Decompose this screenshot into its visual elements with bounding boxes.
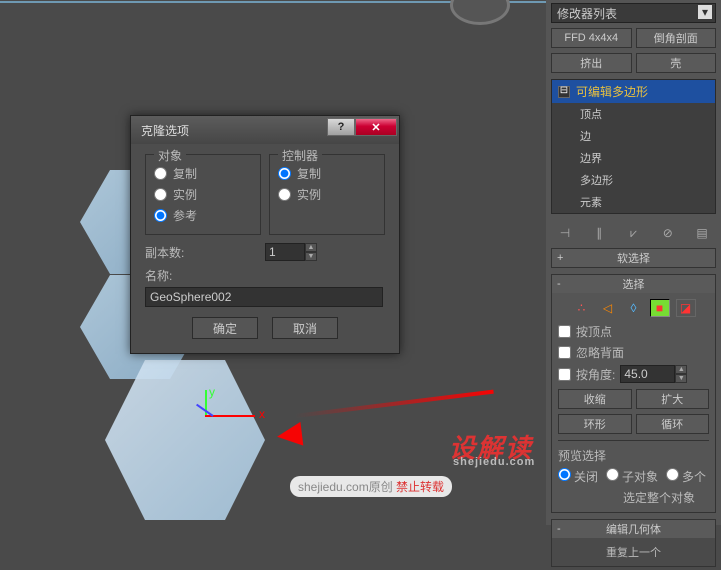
object-group: 对象 复制 实例 参考 <box>145 154 261 235</box>
rollout-select[interactable]: 选择 <box>552 275 715 293</box>
radio-instance[interactable]: 实例 <box>154 186 252 203</box>
spin-up-icon[interactable]: ▲ <box>305 243 317 252</box>
extrude-button[interactable]: 挤出 <box>551 53 632 73</box>
clone-options-dialog: 克隆选项 ? ✕ 对象 复制 实例 参考 控制器 复制 实例 副本数: ▲▼ <box>130 115 400 354</box>
rollout-softselect[interactable]: 软选择 <box>552 249 715 267</box>
brand-watermark: 设解读 shejiedu.com <box>449 428 533 465</box>
subobject-mode: ∴ ◁ ◊ ■ ◪ <box>558 299 709 317</box>
help-button[interactable]: ? <box>327 118 355 136</box>
transform-gizmo[interactable] <box>165 390 255 450</box>
angle-input[interactable] <box>620 365 675 383</box>
unique-icon[interactable]: ⩗ <box>624 224 644 242</box>
remove-icon[interactable]: ⊘ <box>658 224 678 242</box>
spin-down-icon[interactable]: ▼ <box>305 252 317 261</box>
modifier-panel: 修改器列表 FFD 4x4x4 倒角剖面 挤出 壳 可编辑多边形 顶点 边 边界… <box>546 0 721 525</box>
element-mode-icon[interactable]: ◪ <box>676 299 696 317</box>
dialog-titlebar[interactable]: 克隆选项 ? ✕ <box>131 116 399 144</box>
modifier-stack[interactable]: 可编辑多边形 顶点 边 边界 多边形 元素 <box>551 79 716 214</box>
polygon-mode-icon[interactable]: ■ <box>650 299 670 317</box>
stack-vertex[interactable]: 顶点 <box>552 103 715 125</box>
chamfer-button[interactable]: 倒角剖面 <box>636 28 717 48</box>
stack-polygon[interactable]: 多边形 <box>552 169 715 191</box>
copies-label: 副本数: <box>145 244 265 261</box>
radio-ctrl-copy[interactable]: 复制 <box>278 165 376 182</box>
by-angle-label: 按角度: <box>576 366 615 383</box>
radio-multi[interactable]: 多个 <box>666 468 706 485</box>
copies-input[interactable] <box>265 243 305 261</box>
by-angle-check[interactable] <box>558 368 571 381</box>
repeat-last[interactable]: 重复上一个 <box>552 538 715 566</box>
ring-button[interactable]: 环形 <box>558 414 632 434</box>
select-whole-label: 选定整个对象 <box>558 489 709 506</box>
preview-label: 预览选择 <box>558 447 709 464</box>
stack-edge[interactable]: 边 <box>552 125 715 147</box>
radio-subobj[interactable]: 子对象 <box>606 468 658 485</box>
ok-button[interactable]: 确定 <box>192 317 258 339</box>
loop-button[interactable]: 循环 <box>636 414 710 434</box>
controller-group: 控制器 复制 实例 <box>269 154 385 235</box>
viewcube-icon[interactable] <box>450 0 510 25</box>
border-mode-icon[interactable]: ◊ <box>624 299 644 317</box>
modifier-list-dropdown[interactable]: 修改器列表 <box>551 3 716 23</box>
spin-up-icon[interactable]: ▲ <box>675 365 687 374</box>
name-input[interactable] <box>145 287 383 307</box>
close-button[interactable]: ✕ <box>355 118 397 136</box>
copies-spinner[interactable]: ▲▼ <box>265 243 317 261</box>
footer-watermark: shejiedu.com原创 禁止转载 <box>290 476 452 497</box>
spin-down-icon[interactable]: ▼ <box>675 374 687 383</box>
rollout-editgeo[interactable]: 编辑几何体 <box>552 520 715 538</box>
config-icon[interactable]: ▤ <box>692 224 712 242</box>
radio-ctrl-instance[interactable]: 实例 <box>278 186 376 203</box>
controller-legend: 控制器 <box>278 147 322 164</box>
radio-reference[interactable]: 参考 <box>154 207 252 224</box>
angle-spinner[interactable]: ▲▼ <box>620 365 687 383</box>
object-legend: 对象 <box>154 147 186 164</box>
stack-editable-poly[interactable]: 可编辑多边形 <box>552 80 715 103</box>
cancel-button[interactable]: 取消 <box>272 317 338 339</box>
show-end-icon[interactable]: ∥ <box>589 224 609 242</box>
ffd-button[interactable]: FFD 4x4x4 <box>551 28 632 48</box>
dialog-title: 克隆选项 <box>141 122 189 139</box>
name-label: 名称: <box>145 267 265 284</box>
shell-button[interactable]: 壳 <box>636 53 717 73</box>
by-vertex-check[interactable]: 按顶点 <box>558 323 709 340</box>
radio-off[interactable]: 关闭 <box>558 468 598 485</box>
pin-icon[interactable]: ⊣ <box>555 224 575 242</box>
shrink-button[interactable]: 收缩 <box>558 389 632 409</box>
edge-mode-icon[interactable]: ◁ <box>598 299 618 317</box>
vertex-mode-icon[interactable]: ∴ <box>572 299 592 317</box>
ignore-backface-check[interactable]: 忽略背面 <box>558 344 709 361</box>
stack-toolbar: ⊣ ∥ ⩗ ⊘ ▤ <box>551 224 716 242</box>
grow-button[interactable]: 扩大 <box>636 389 710 409</box>
stack-border[interactable]: 边界 <box>552 147 715 169</box>
stack-element[interactable]: 元素 <box>552 191 715 213</box>
radio-copy[interactable]: 复制 <box>154 165 252 182</box>
